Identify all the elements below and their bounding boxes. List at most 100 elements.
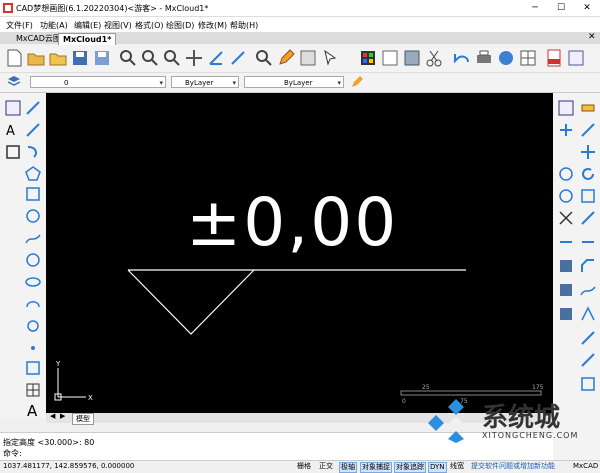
save-as-icon[interactable]	[92, 48, 112, 68]
menu-draw[interactable]: 绘图(D)	[166, 20, 194, 31]
color-select[interactable]: ByLayer ▾	[171, 76, 239, 88]
pencil-icon[interactable]	[276, 48, 296, 68]
properties-icon[interactable]	[298, 48, 318, 68]
menu-view[interactable]: 视图(V)	[104, 20, 132, 31]
measure-distance-icon[interactable]	[228, 48, 248, 68]
export-pdf-icon[interactable]	[544, 48, 564, 68]
ellipse-arc-icon[interactable]	[24, 295, 42, 313]
title-bar: CAD梦想画图(6.1.20220304)<游客> - MxCloud1* ─ …	[0, 0, 600, 17]
array-tool-icon[interactable]	[557, 187, 575, 205]
ellipse-tool-icon[interactable]	[24, 273, 42, 291]
select-icon[interactable]	[320, 48, 340, 68]
rotate-tool-icon[interactable]	[579, 165, 597, 183]
line-tool-icon[interactable]	[24, 99, 42, 117]
spline-tool-icon[interactable]	[24, 229, 42, 247]
close-tab-icon[interactable]: ✕	[588, 32, 596, 42]
tab-next-icon[interactable]: ▶	[60, 412, 65, 420]
publish-icon[interactable]	[566, 48, 586, 68]
erase-tool-icon[interactable]	[557, 99, 575, 117]
zoom-realtime-icon[interactable]	[162, 48, 182, 68]
rectangle-tool-icon[interactable]	[4, 143, 22, 161]
align-tool-icon[interactable]	[579, 351, 597, 369]
tab-model[interactable]: 模型	[72, 413, 94, 425]
region-tool-icon[interactable]	[24, 185, 42, 203]
linetype-select[interactable]: ByLayer ▾	[244, 76, 344, 88]
select-tool-icon[interactable]	[4, 99, 22, 117]
text-tool-icon[interactable]: A	[24, 401, 42, 419]
match-properties-icon[interactable]	[350, 75, 364, 89]
point-tool-icon[interactable]	[24, 339, 42, 357]
close-button[interactable]: ✕	[574, 0, 600, 16]
layer-select[interactable]: 0 ▾	[30, 76, 166, 88]
offset-tool-icon[interactable]	[557, 165, 575, 183]
move-tool-icon[interactable]	[579, 143, 597, 161]
menu-format[interactable]: 格式(O)	[135, 20, 164, 31]
lineweight-toggle[interactable]: 线宽	[449, 462, 465, 471]
grid-toggle[interactable]: 栅格	[296, 462, 312, 471]
multiline-text-icon[interactable]: A	[4, 121, 22, 139]
otrack-toggle[interactable]: 对象追踪	[394, 462, 426, 473]
tab-mxcad-cloud[interactable]: MxCAD云图	[12, 33, 65, 44]
copy-tool-icon[interactable]	[557, 121, 575, 139]
zoom-extents-icon[interactable]	[140, 48, 160, 68]
save-icon[interactable]	[70, 48, 90, 68]
grid-icon[interactable]	[518, 48, 538, 68]
group-tool-icon[interactable]	[557, 305, 575, 323]
minimize-button[interactable]: ─	[522, 0, 548, 16]
arc-tool-icon[interactable]	[24, 143, 42, 161]
extend-tool-icon[interactable]	[579, 233, 597, 251]
print-icon[interactable]	[474, 48, 494, 68]
layers-icon[interactable]	[6, 74, 22, 90]
polygon-tool-icon[interactable]	[24, 165, 42, 183]
polyline-edit-icon[interactable]	[579, 305, 597, 323]
feedback-link[interactable]: 提交软件问题或增加新功能	[470, 462, 556, 471]
polar-toggle[interactable]: 极轴	[339, 462, 357, 473]
explode-tool-icon[interactable]	[579, 281, 597, 299]
stretch-tool-icon[interactable]	[579, 209, 597, 227]
cut-icon[interactable]	[424, 48, 444, 68]
layer-manager-icon[interactable]	[358, 48, 378, 68]
menu-edit[interactable]: 编辑(E)	[74, 20, 101, 31]
open-folder-icon[interactable]	[26, 48, 46, 68]
pan-icon[interactable]	[184, 48, 204, 68]
scale-label: 0	[402, 398, 406, 405]
block-icon[interactable]	[402, 48, 422, 68]
table-tool-icon[interactable]	[24, 381, 42, 399]
undo-icon[interactable]	[452, 48, 472, 68]
menu-function[interactable]: 功能(A)	[40, 20, 68, 31]
circle-tool-icon[interactable]	[24, 207, 42, 225]
globe-icon[interactable]	[496, 48, 516, 68]
eraser-icon[interactable]	[579, 99, 597, 117]
ray-tool-icon[interactable]	[24, 121, 42, 139]
circle-center-icon[interactable]	[24, 251, 42, 269]
open-folder-alt-icon[interactable]	[48, 48, 68, 68]
join-tool-icon[interactable]	[557, 257, 575, 275]
zoom-window-icon[interactable]	[118, 48, 138, 68]
measure-tool-icon[interactable]	[579, 375, 597, 393]
lengthen-tool-icon[interactable]	[579, 329, 597, 347]
menu-help[interactable]: 帮助(H)	[230, 20, 258, 31]
menu-modify[interactable]: 修改(M)	[198, 20, 227, 31]
chamfer-tool-icon[interactable]	[579, 257, 597, 275]
menu-file[interactable]: 文件(F)	[6, 20, 33, 31]
trim-tool-icon[interactable]	[557, 209, 575, 227]
tab-mxcloud1[interactable]: MxCloud1*	[58, 33, 117, 45]
measure-angle-icon[interactable]	[206, 48, 226, 68]
revcloud-tool-icon[interactable]	[24, 317, 42, 335]
dyn-toggle[interactable]: DYN	[428, 462, 447, 473]
tab-prev-icon[interactable]: ◀	[50, 412, 55, 420]
maximize-button[interactable]: ☐	[548, 0, 574, 16]
mirror-tool-icon[interactable]	[579, 121, 597, 139]
ortho-toggle[interactable]: 正交	[318, 462, 334, 471]
scale-tool-icon[interactable]	[579, 187, 597, 205]
command-prompt[interactable]: 命令:	[3, 448, 22, 459]
fillet-tool-icon[interactable]	[557, 281, 575, 299]
osnap-toggle[interactable]: 对象捕捉	[360, 462, 392, 473]
new-file-icon[interactable]	[4, 48, 24, 68]
hatch-tool-icon[interactable]	[24, 359, 42, 377]
zoom-in-icon[interactable]	[254, 48, 274, 68]
text-style-icon[interactable]	[380, 48, 400, 68]
break-tool-icon[interactable]	[557, 233, 575, 251]
status-bar: 1037.481177, 142.859576, 0.000000 栅格 正交 …	[0, 460, 600, 473]
drawing-canvas[interactable]: ±0,00 Y X 25 175 0 75	[46, 93, 553, 413]
